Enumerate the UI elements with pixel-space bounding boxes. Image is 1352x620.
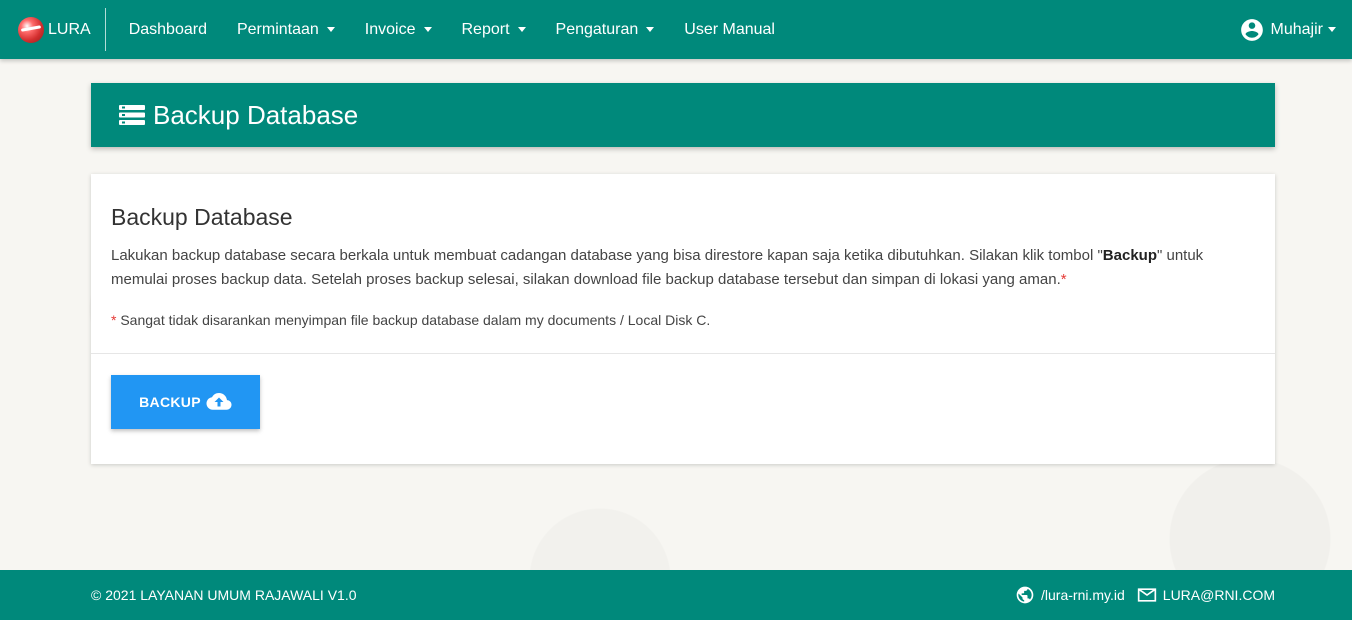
page-footer: © 2021 LAYANAN UMUM RAJAWALI V1.0 /lura-… <box>0 570 1352 620</box>
mail-icon <box>1137 588 1156 602</box>
nav-item-label: Report <box>461 20 510 38</box>
card-title: Backup Database <box>111 204 293 230</box>
caret-down-icon <box>646 27 655 32</box>
footer-links: /lura-rni.my.id LURA@RNI.COM <box>1003 585 1275 605</box>
account-circle-icon <box>1240 18 1263 41</box>
email-link[interactable]: LURA@RNI.COM <box>1137 587 1275 603</box>
nav-item-dashboard[interactable]: Dashboard <box>114 0 222 59</box>
page-header: Backup Database <box>91 83 1275 147</box>
asterisk: * <box>1060 271 1067 288</box>
caret-down-icon <box>326 27 335 32</box>
top-navbar: LURA Dashboard Permintaan Invoice Report… <box>0 0 1352 59</box>
globe-icon <box>1016 586 1034 604</box>
user-name: Muhajir <box>1270 20 1323 38</box>
nav-item-report[interactable]: Report <box>447 0 541 59</box>
user-menu[interactable]: Muhajir <box>1239 0 1336 59</box>
brand-name: LURA <box>48 20 91 38</box>
nav-menu: Dashboard Permintaan Invoice Report Peng… <box>114 0 790 59</box>
nav-item-permintaan[interactable]: Permintaan <box>222 0 350 59</box>
nav-item-pengaturan[interactable]: Pengaturan <box>541 0 670 59</box>
nav-item-invoice[interactable]: Invoice <box>350 0 447 59</box>
copyright: © 2021 LAYANAN UMUM RAJAWALI V1.0 <box>91 587 357 603</box>
desc-text-1: Lakukan backup database secara berkala u… <box>111 247 1103 264</box>
backup-button[interactable]: BACKUP <box>111 375 260 429</box>
brand[interactable]: LURA <box>0 8 106 51</box>
note-text: Sangat tidak disarankan menyimpan file b… <box>116 312 711 328</box>
page-title: Backup Database <box>153 99 359 130</box>
nav-item-label: Pengaturan <box>555 20 639 38</box>
list-icon <box>119 105 145 125</box>
card-description: Lakukan backup database secara berkala u… <box>111 244 1255 292</box>
nav-item-label: User Manual <box>684 20 775 38</box>
website-text: /lura-rni.my.id <box>1041 587 1125 603</box>
website-link[interactable]: /lura-rni.my.id <box>1015 585 1125 605</box>
desc-bold-backup: Backup <box>1102 247 1157 264</box>
nav-item-label: Dashboard <box>128 20 207 38</box>
nav-item-label: Invoice <box>364 20 416 38</box>
backup-card: Backup Database Lakukan backup database … <box>91 174 1275 464</box>
caret-down-icon <box>423 27 432 32</box>
card-footer: BACKUP <box>91 354 1275 450</box>
card-body: Backup Database Lakukan backup database … <box>91 174 1275 354</box>
nav-item-label: Permintaan <box>236 20 319 38</box>
email-text: LURA@RNI.COM <box>1162 587 1275 603</box>
brand-logo <box>18 16 44 43</box>
cloud-upload-icon <box>206 393 232 410</box>
card-note: * Sangat tidak disarankan menyimpan file… <box>111 312 1255 328</box>
backup-button-label: BACKUP <box>139 394 201 410</box>
nav-item-user-manual[interactable]: User Manual <box>669 0 790 59</box>
caret-down-icon <box>1328 27 1336 32</box>
caret-down-icon <box>517 27 526 32</box>
